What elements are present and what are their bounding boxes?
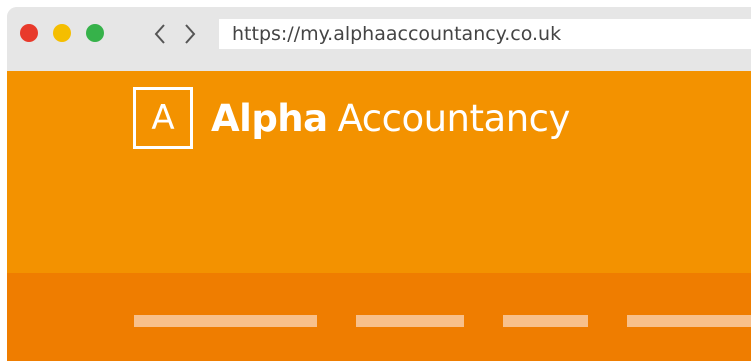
- brand-name: Alpha Accountancy: [211, 97, 570, 140]
- logo-mark-letter: A: [151, 98, 175, 138]
- minimize-window-button[interactable]: [53, 24, 71, 42]
- brand-name-light: Accountancy: [337, 96, 571, 140]
- browser-window: https://my.alphaaccountancy.co.uk A Alph…: [7, 7, 751, 361]
- site-nav-bar: [7, 273, 751, 361]
- site-logo[interactable]: A Alpha Accountancy: [133, 85, 570, 151]
- url-text: https://my.alphaaccountancy.co.uk: [232, 23, 562, 45]
- forward-button[interactable]: [179, 21, 201, 47]
- chevron-left-icon: [154, 24, 165, 44]
- nav-item-placeholder-3[interactable]: [503, 315, 588, 327]
- address-bar[interactable]: https://my.alphaaccountancy.co.uk: [219, 19, 751, 49]
- back-button[interactable]: [150, 21, 172, 47]
- nav-item-placeholder-1[interactable]: [134, 315, 317, 327]
- browser-toolbar: https://my.alphaaccountancy.co.uk: [7, 7, 751, 71]
- maximize-window-button[interactable]: [86, 24, 104, 42]
- close-window-button[interactable]: [20, 24, 38, 42]
- logo-mark: A: [133, 87, 193, 149]
- nav-item-placeholder-2[interactable]: [356, 315, 464, 327]
- nav-item-placeholder-4[interactable]: [627, 315, 751, 327]
- brand-name-bold: Alpha: [211, 96, 328, 140]
- chevron-right-icon: [185, 24, 196, 44]
